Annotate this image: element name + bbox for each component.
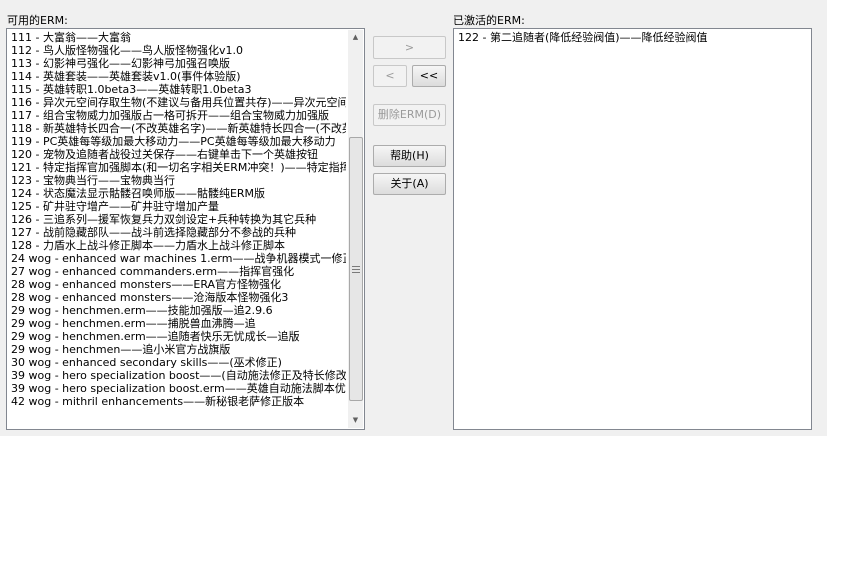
active-erm-label: 已激活的ERM: — [453, 14, 525, 27]
list-item[interactable]: 29 wog - henchmen.erm——追随者快乐无忧成长—追版 — [9, 330, 346, 343]
list-item[interactable]: 117 - 组合宝物威力加强版占一格可拆开——组合宝物威力加强版 — [9, 109, 346, 122]
help-button[interactable]: 帮助(H) — [373, 145, 446, 167]
scrollbar-thumb[interactable] — [349, 137, 363, 401]
list-item[interactable]: 27 wog - enhanced commanders.erm——指挥官强化 — [9, 265, 346, 278]
list-item[interactable]: 123 - 宝物典当行——宝物典当行 — [9, 174, 346, 187]
list-item[interactable]: 39 wog - hero specialization boost.erm——… — [9, 382, 346, 395]
list-item[interactable]: 126 - 三追系列—援军恢复兵力双剑设定+兵种转换为其它兵种 — [9, 213, 346, 226]
erm-manager-dialog: 可用的ERM: 111 - 大富翁——大富翁 112 - 鸟人版怪物强化——鸟人版… — [0, 0, 827, 436]
list-item[interactable]: 42 wog - mithril enhancements——新秘银老萨修正版本 — [9, 395, 346, 408]
remove-erm-button[interactable]: < — [373, 65, 407, 87]
list-item[interactable]: 115 - 英雄转职1.0beta3——英雄转职1.0beta3 — [9, 83, 346, 96]
list-item[interactable]: 28 wog - enhanced monsters——ERA官方怪物强化 — [9, 278, 346, 291]
add-erm-button[interactable]: > — [373, 36, 446, 59]
list-item[interactable]: 24 wog - enhanced war machines 1.erm——战争… — [9, 252, 346, 265]
list-item[interactable]: 125 - 矿井驻守增产——矿井驻守增加产量 — [9, 200, 346, 213]
list-item[interactable]: 30 wog - enhanced secondary skills——(巫术修… — [9, 356, 346, 369]
scroll-down-arrow-icon[interactable]: ▼ — [348, 413, 363, 428]
available-erm-list[interactable]: 111 - 大富翁——大富翁 112 - 鸟人版怪物强化——鸟人版怪物强化v1.0… — [6, 28, 365, 430]
list-item[interactable]: 29 wog - henchmen.erm——捕脱兽血沸腾—追 — [9, 317, 346, 330]
available-erm-label: 可用的ERM: — [7, 14, 68, 27]
list-item[interactable]: 111 - 大富翁——大富翁 — [9, 31, 346, 44]
list-item[interactable]: 119 - PC英雄每等级加最大移动力——PC英雄每等级加最大移动力 — [9, 135, 346, 148]
list-item[interactable]: 112 - 鸟人版怪物强化——鸟人版怪物强化v1.0 — [9, 44, 346, 57]
available-erm-items: 111 - 大富翁——大富翁 112 - 鸟人版怪物强化——鸟人版怪物强化v1.0… — [9, 31, 346, 427]
list-item[interactable]: 122 - 第二追随者(降低经验阀值)——降低经验阀值 — [456, 31, 809, 44]
active-erm-list[interactable]: 122 - 第二追随者(降低经验阀值)——降低经验阀值 — [453, 28, 812, 430]
list-item[interactable]: 39 wog - hero specialization boost——(自动施… — [9, 369, 346, 382]
delete-erm-button[interactable]: 删除ERM(D) — [373, 104, 446, 126]
list-item[interactable]: 118 - 新英雄特长四合一(不改英雄名字)——新英雄特长四合一(不改英雄名字) — [9, 122, 346, 135]
list-item[interactable]: 29 wog - henchmen——追小米官方战旗版 — [9, 343, 346, 356]
list-item[interactable]: 28 wog - enhanced monsters——沧海版本怪物强化3 — [9, 291, 346, 304]
list-item[interactable]: 114 - 英雄套装——英雄套装v1.0(事件体验版) — [9, 70, 346, 83]
list-item[interactable]: 127 - 战前隐藏部队——战斗前选择隐藏部分不参战的兵种 — [9, 226, 346, 239]
remove-all-erm-button[interactable]: << — [412, 65, 446, 87]
list-item[interactable]: 121 - 特定指挥官加强脚本(和一切名字相关ERM冲突！)——特定指挥官加强脚… — [9, 161, 346, 174]
list-item[interactable]: 29 wog - henchmen.erm——技能加强版—追2.9.6 — [9, 304, 346, 317]
scroll-up-arrow-icon[interactable]: ▲ — [348, 30, 363, 45]
list-item[interactable]: 113 - 幻影神弓强化——幻影神弓加强召唤版 — [9, 57, 346, 70]
list-item[interactable]: 116 - 异次元空间存取生物(不建议与备用兵位置共存)——异次元空间存取生物 — [9, 96, 346, 109]
available-list-scrollbar[interactable]: ▲ ▼ — [348, 30, 363, 428]
list-item[interactable]: 128 - 力盾水上战斗修正脚本——力盾水上战斗修正脚本 — [9, 239, 346, 252]
scrollbar-grip-icon — [352, 266, 360, 273]
list-item[interactable]: 120 - 宠物及追随者战役过关保存——右键单击下一个英雄按钮 — [9, 148, 346, 161]
active-erm-items: 122 - 第二追随者(降低经验阀值)——降低经验阀值 — [456, 31, 809, 427]
about-button[interactable]: 关于(A) — [373, 173, 446, 195]
list-item[interactable]: 124 - 状态魔法显示骷髅召唤师版——骷髅纯ERM版 — [9, 187, 346, 200]
